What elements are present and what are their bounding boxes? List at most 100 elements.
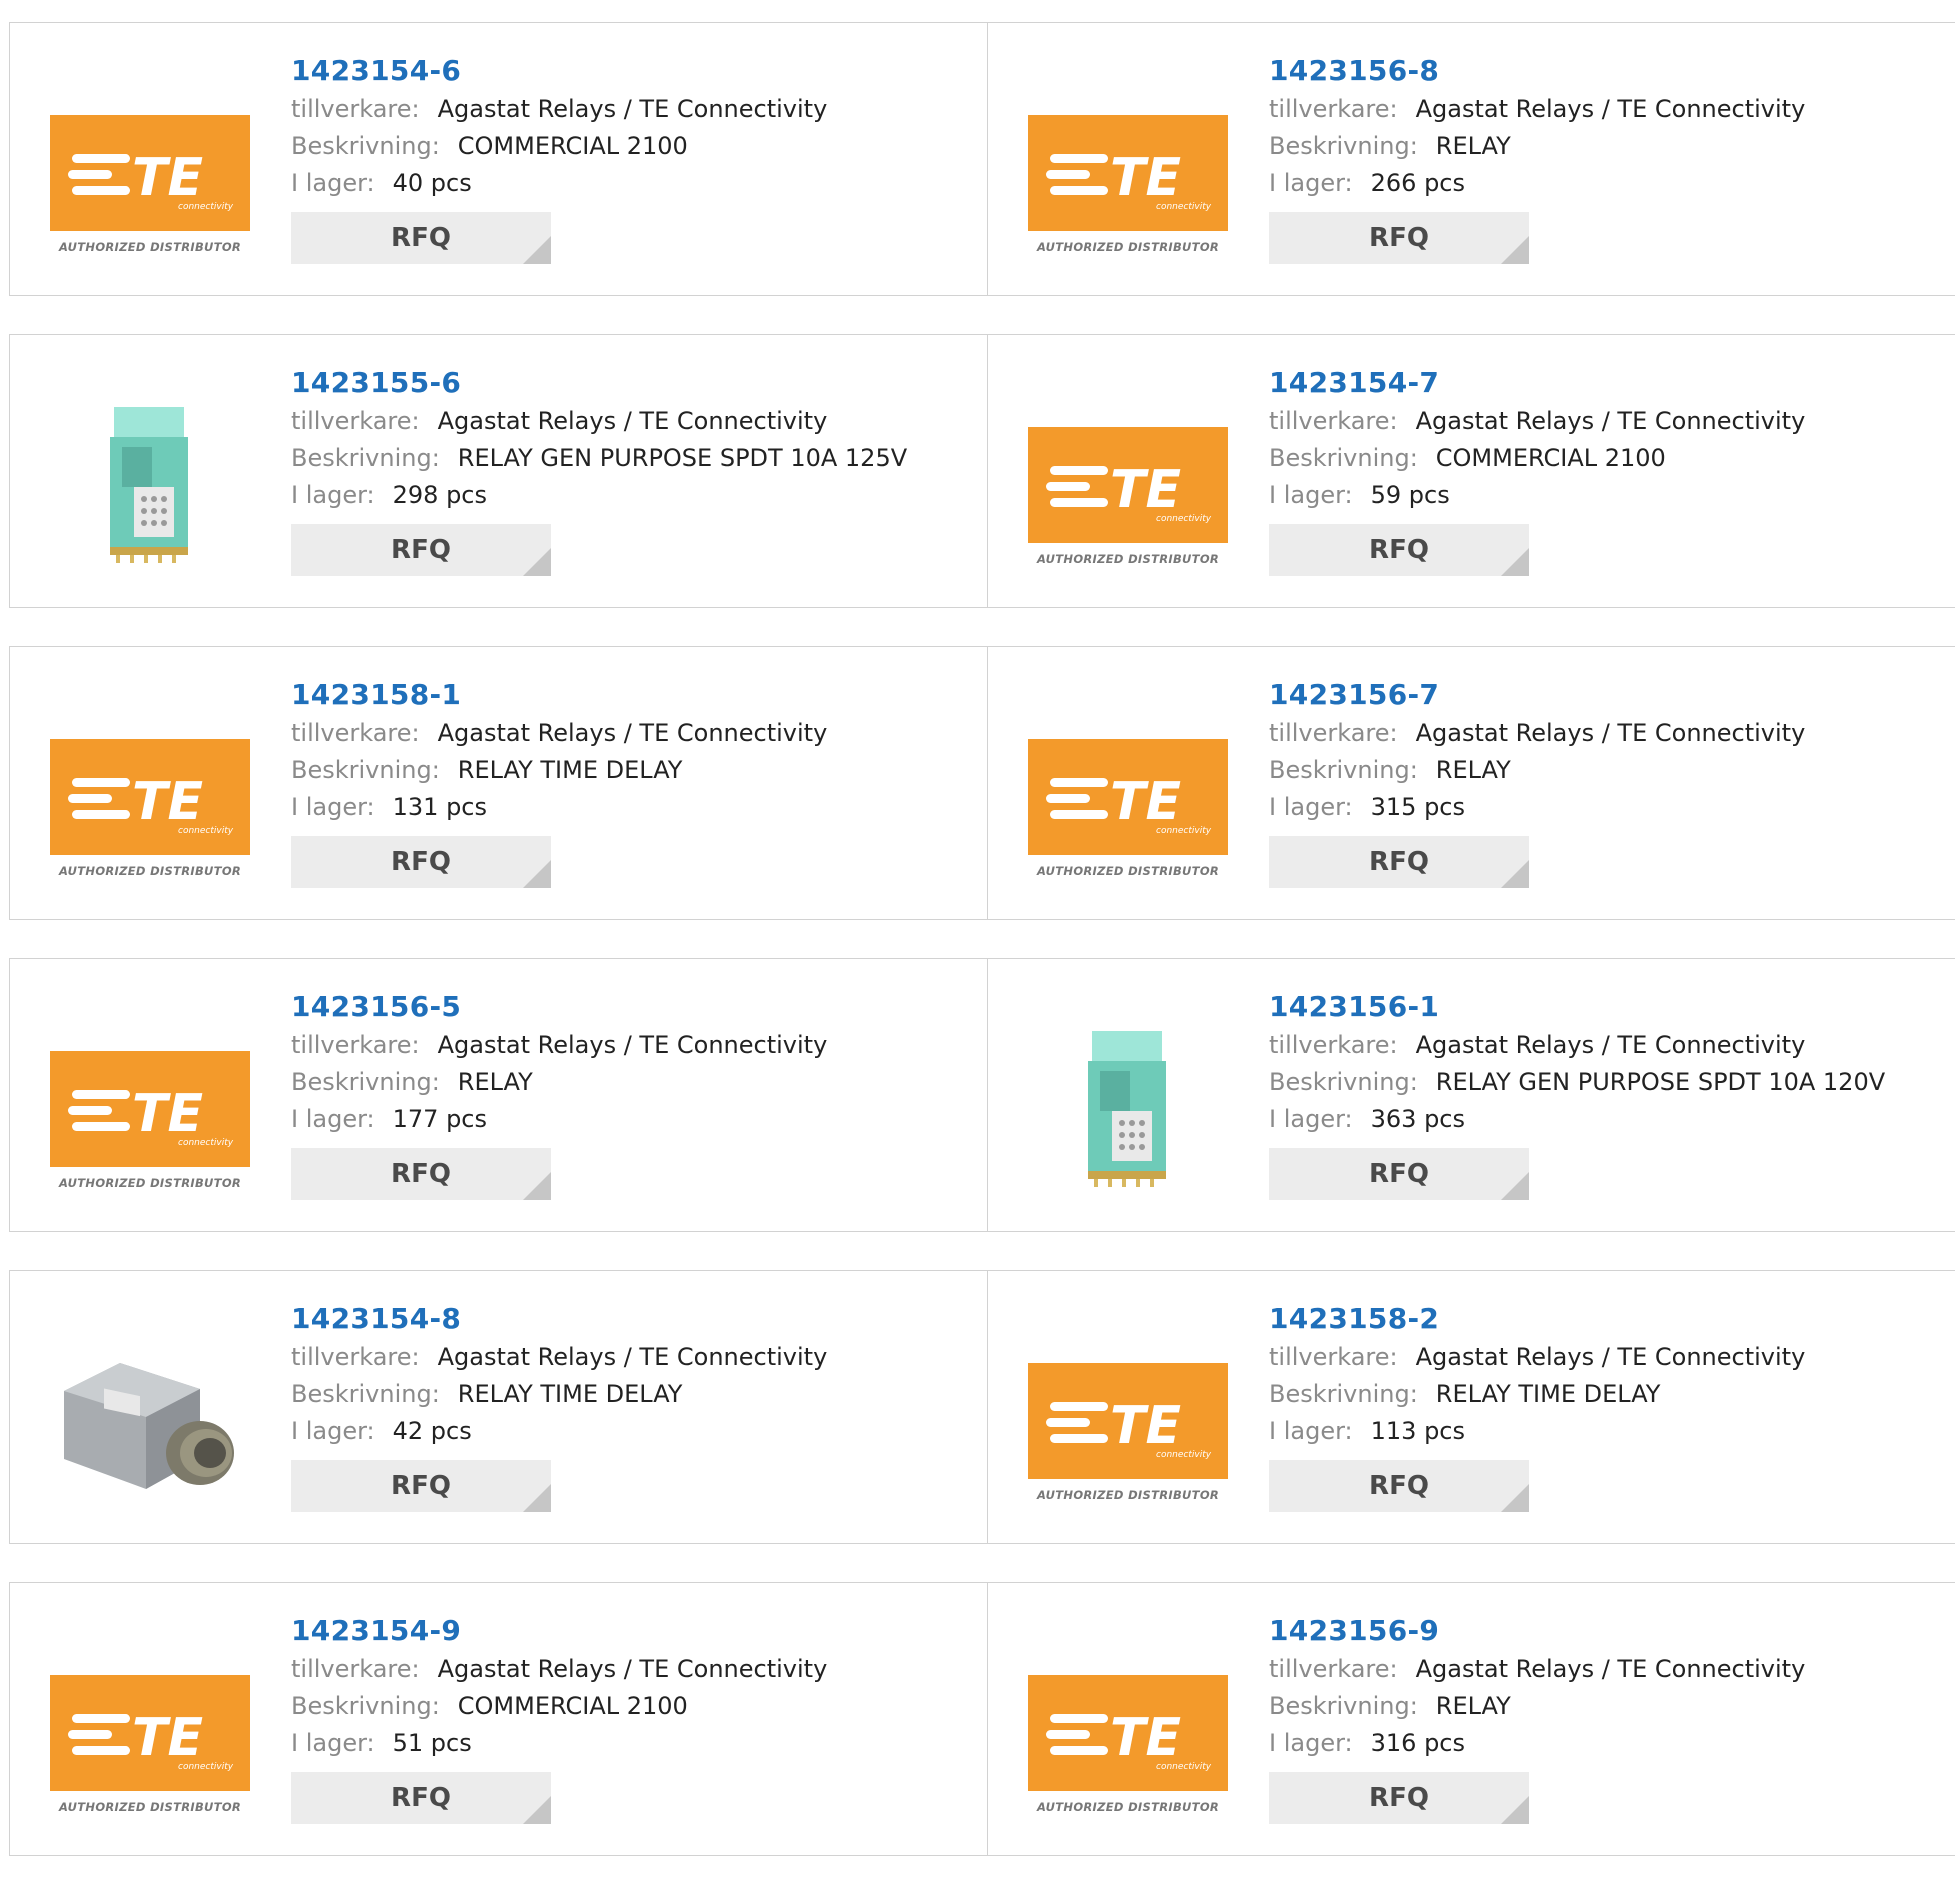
- manufacturer-label: tillverkare:: [291, 719, 420, 747]
- product-info: 1423156-7 tillverkare: Agastat Relays / T…: [1269, 675, 1805, 888]
- part-number-link[interactable]: 1423158-2: [1269, 1299, 1805, 1339]
- product-image[interactable]: [50, 375, 250, 575]
- description-label: Beskrivning:: [291, 756, 440, 784]
- rfq-button[interactable]: RFQ: [291, 212, 551, 264]
- stock-label: I lager:: [1269, 481, 1353, 509]
- product-image[interactable]: TE connectivity AUTHORIZED DISTRIBUTOR: [1028, 1311, 1228, 1511]
- product-info: 1423156-9 tillverkare: Agastat Relays / T…: [1269, 1611, 1805, 1824]
- te-logo-sub: connectivity: [1156, 1762, 1212, 1772]
- te-logo-box: TE connectivity: [50, 1675, 250, 1791]
- product-row: TE connectivity AUTHORIZED DISTRIBUTOR 142…: [9, 22, 1955, 296]
- stock-label: I lager:: [1269, 1417, 1353, 1445]
- manufacturer-value: Agastat Relays / TE Connectivity: [1415, 1655, 1806, 1683]
- manufacturer-value: Agastat Relays / TE Connectivity: [1415, 1343, 1806, 1371]
- product-info: 1423156-8 tillverkare: Agastat Relays / T…: [1269, 51, 1805, 264]
- rfq-button[interactable]: RFQ: [291, 524, 551, 576]
- te-logo: TE connectivity AUTHORIZED DISTRIBUTOR: [1028, 1675, 1228, 1823]
- stock-row: I lager: 316 pcs: [1269, 1725, 1805, 1762]
- rfq-label: RFQ: [391, 223, 451, 253]
- product-info: 1423158-2 tillverkare: Agastat Relays / T…: [1269, 1299, 1805, 1512]
- part-number-link[interactable]: 1423156-5: [291, 987, 827, 1027]
- rfq-button[interactable]: RFQ: [291, 1148, 551, 1200]
- product-card: TE connectivity AUTHORIZED DISTRIBUTOR 142…: [9, 646, 989, 920]
- product-card: TE connectivity AUTHORIZED DISTRIBUTOR 142…: [987, 22, 1955, 296]
- product-image[interactable]: TE connectivity AUTHORIZED DISTRIBUTOR: [50, 999, 250, 1199]
- manufacturer-label: tillverkare:: [291, 1655, 420, 1683]
- product-image[interactable]: TE connectivity AUTHORIZED DISTRIBUTOR: [1028, 1623, 1228, 1823]
- product-image[interactable]: TE connectivity AUTHORIZED DISTRIBUTOR: [1028, 375, 1228, 575]
- manufacturer-row: tillverkare: Agastat Relays / TE Connecti…: [1269, 91, 1805, 128]
- part-number-link[interactable]: 1423158-1: [291, 675, 827, 715]
- product-image[interactable]: TE connectivity AUTHORIZED DISTRIBUTOR: [50, 1623, 250, 1823]
- stock-label: I lager:: [291, 793, 375, 821]
- manufacturer-label: tillverkare:: [1269, 1343, 1398, 1371]
- description-row: Beskrivning: RELAY TIME DELAY: [291, 752, 827, 789]
- manufacturer-value: Agastat Relays / TE Connectivity: [437, 719, 828, 747]
- stock-value: 315 pcs: [1370, 793, 1465, 821]
- manufacturer-value: Agastat Relays / TE Connectivity: [437, 1031, 828, 1059]
- part-number-link[interactable]: 1423154-8: [291, 1299, 827, 1339]
- product-image[interactable]: TE connectivity AUTHORIZED DISTRIBUTOR: [50, 63, 250, 263]
- rfq-button[interactable]: RFQ: [291, 836, 551, 888]
- te-logo-mark-icon: TEconnectivity: [68, 772, 234, 836]
- description-row: Beskrivning: RELAY GEN PURPOSE SPDT 10A 1…: [291, 440, 907, 477]
- description-row: Beskrivning: RELAY GEN PURPOSE SPDT 10A 1…: [1269, 1064, 1885, 1101]
- rfq-button[interactable]: RFQ: [1269, 1460, 1529, 1512]
- part-number-link[interactable]: 1423155-6: [291, 363, 907, 403]
- manufacturer-row: tillverkare: Agastat Relays / TE Connecti…: [1269, 403, 1805, 440]
- description-row: Beskrivning: RELAY TIME DELAY: [291, 1376, 827, 1413]
- corner-triangle-icon: [523, 860, 551, 888]
- product-info: 1423158-1 tillverkare: Agastat Relays / T…: [291, 675, 827, 888]
- te-logo-sub: connectivity: [1156, 1450, 1212, 1460]
- te-logo-sub: connectivity: [1156, 202, 1212, 212]
- part-number-link[interactable]: 1423154-6: [291, 51, 827, 91]
- te-logo-text: TE: [1110, 1708, 1181, 1768]
- product-card: TE connectivity AUTHORIZED DISTRIBUTOR 142…: [987, 646, 1955, 920]
- product-card: 1423156-1 tillverkare: Agastat Relays / T…: [987, 958, 1955, 1232]
- rfq-button[interactable]: RFQ: [291, 1772, 551, 1824]
- te-logo: TE connectivity AUTHORIZED DISTRIBUTOR: [50, 115, 250, 263]
- description-label: Beskrivning:: [1269, 444, 1418, 472]
- description-row: Beskrivning: RELAY: [1269, 128, 1805, 165]
- product-image[interactable]: TE connectivity AUTHORIZED DISTRIBUTOR: [1028, 63, 1228, 263]
- rfq-button[interactable]: RFQ: [1269, 1772, 1529, 1824]
- product-info: 1423154-9 tillverkare: Agastat Relays / T…: [291, 1611, 827, 1824]
- manufacturer-row: tillverkare: Agastat Relays / TE Connecti…: [291, 1651, 827, 1688]
- rfq-label: RFQ: [391, 1159, 451, 1189]
- rfq-button[interactable]: RFQ: [1269, 836, 1529, 888]
- authorized-distributor-caption: AUTHORIZED DISTRIBUTOR: [58, 1800, 242, 1814]
- te-logo-text: TE: [1110, 460, 1181, 520]
- rfq-button[interactable]: RFQ: [291, 1460, 551, 1512]
- description-label: Beskrivning:: [1269, 132, 1418, 160]
- manufacturer-row: tillverkare: Agastat Relays / TE Connecti…: [291, 403, 907, 440]
- rfq-button[interactable]: RFQ: [1269, 524, 1529, 576]
- product-row: TE connectivity AUTHORIZED DISTRIBUTOR 142…: [9, 646, 1955, 920]
- manufacturer-row: tillverkare: Agastat Relays / TE Connecti…: [1269, 1027, 1885, 1064]
- description-label: Beskrivning:: [1269, 1380, 1418, 1408]
- part-number-link[interactable]: 1423154-7: [1269, 363, 1805, 403]
- te-logo-box: TE connectivity: [1028, 739, 1228, 855]
- stock-value: 113 pcs: [1370, 1417, 1465, 1445]
- part-number-link[interactable]: 1423156-9: [1269, 1611, 1805, 1651]
- stock-row: I lager: 59 pcs: [1269, 477, 1805, 514]
- product-image[interactable]: TE connectivity AUTHORIZED DISTRIBUTOR: [50, 687, 250, 887]
- te-logo-sub: connectivity: [1156, 826, 1212, 836]
- product-image[interactable]: [1028, 999, 1228, 1199]
- product-info: 1423154-7 tillverkare: Agastat Relays / T…: [1269, 363, 1805, 576]
- part-number-link[interactable]: 1423156-8: [1269, 51, 1805, 91]
- part-number-link[interactable]: 1423154-9: [291, 1611, 827, 1651]
- description-row: Beskrivning: COMMERCIAL 2100: [291, 1688, 827, 1725]
- part-number-link[interactable]: 1423156-1: [1269, 987, 1885, 1027]
- product-image[interactable]: [50, 1311, 250, 1511]
- authorized-distributor-caption: AUTHORIZED DISTRIBUTOR: [1036, 552, 1220, 566]
- part-number-link[interactable]: 1423156-7: [1269, 675, 1805, 715]
- rfq-button[interactable]: RFQ: [1269, 212, 1529, 264]
- stock-row: I lager: 315 pcs: [1269, 789, 1805, 826]
- product-card: TE connectivity AUTHORIZED DISTRIBUTOR 142…: [987, 1270, 1955, 1544]
- description-value: COMMERCIAL 2100: [1435, 444, 1666, 472]
- product-row: 1423155-6 tillverkare: Agastat Relays / T…: [9, 334, 1955, 608]
- te-logo-mark-icon: TEconnectivity: [1046, 1708, 1212, 1772]
- description-label: Beskrivning:: [291, 444, 440, 472]
- rfq-button[interactable]: RFQ: [1269, 1148, 1529, 1200]
- product-image[interactable]: TE connectivity AUTHORIZED DISTRIBUTOR: [1028, 687, 1228, 887]
